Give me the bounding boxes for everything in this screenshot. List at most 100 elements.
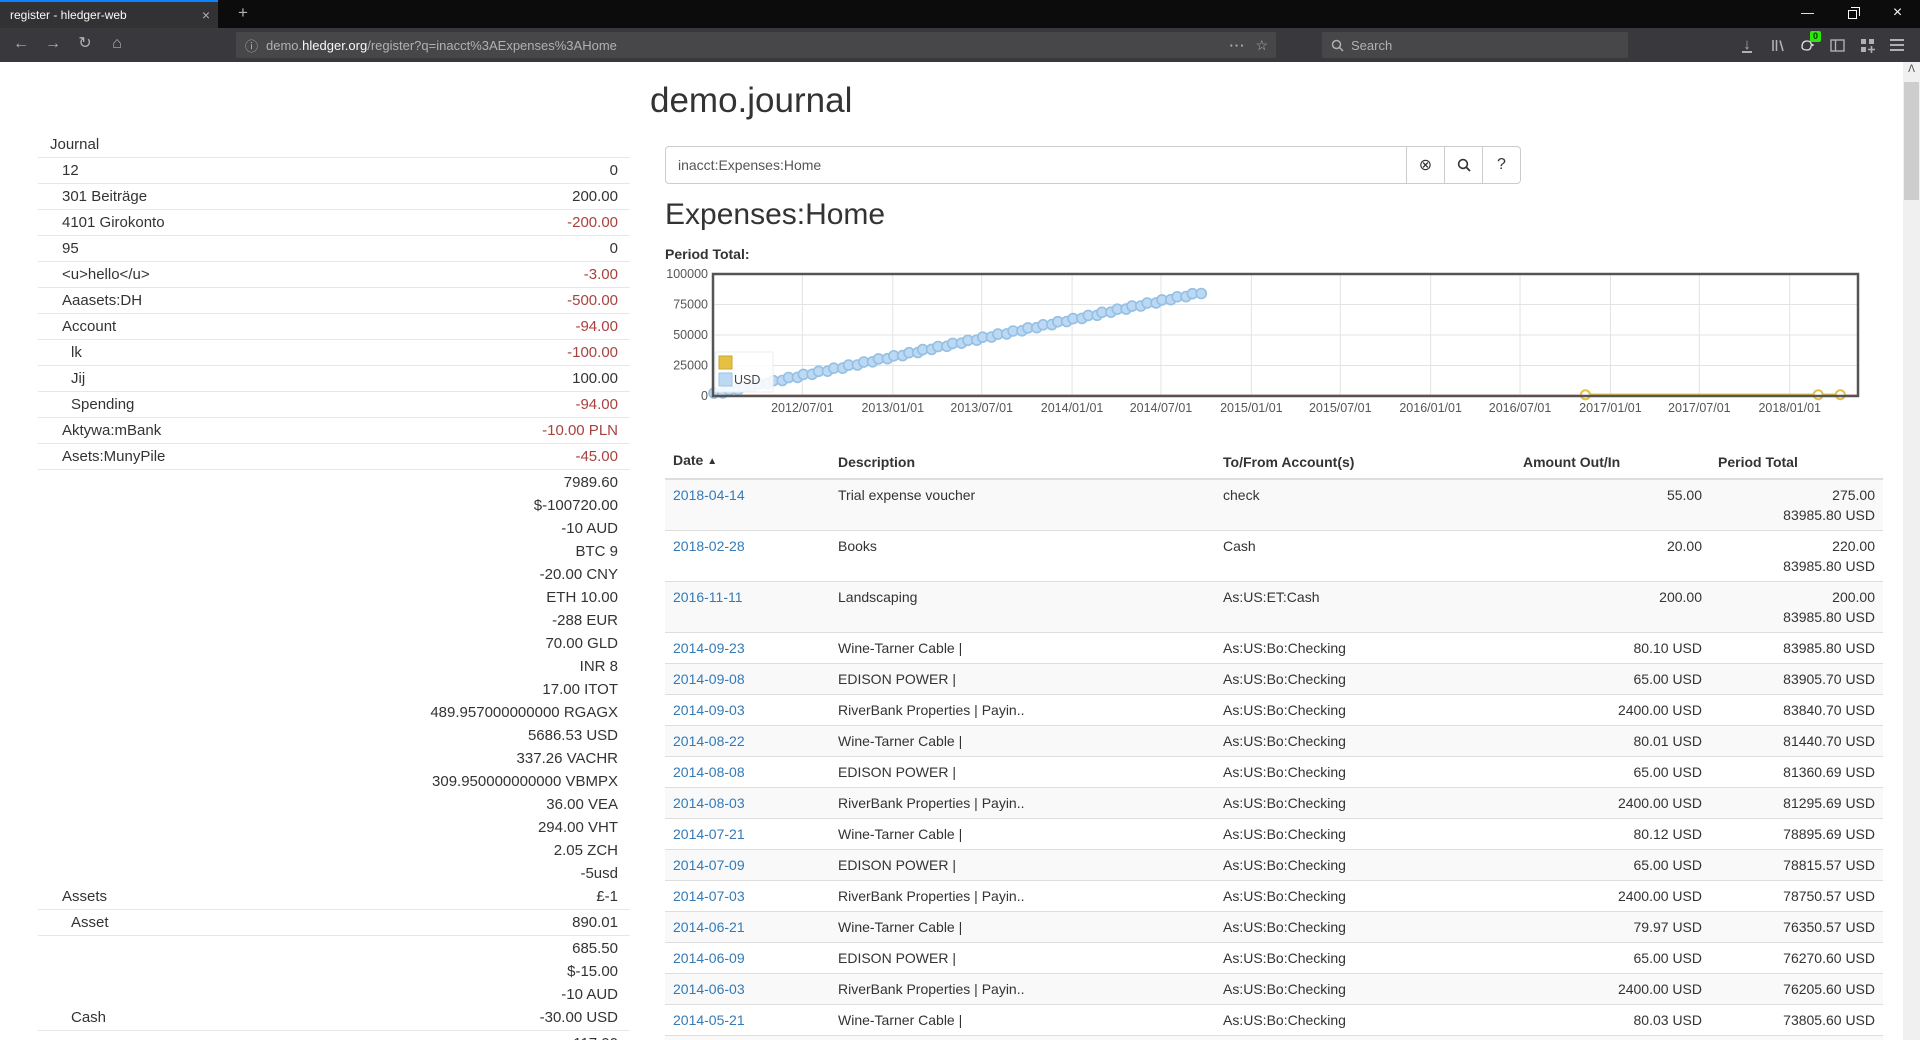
account-name[interactable]: Jij [50, 367, 85, 390]
transaction-date-link[interactable]: 2016-11-11 [673, 589, 743, 605]
transaction-date-link[interactable]: 2014-07-09 [673, 857, 745, 873]
transaction-date-link[interactable]: 2014-09-23 [673, 640, 745, 656]
forward-icon[interactable]: → [38, 28, 68, 62]
sidebar-account-row[interactable]: Asset890.01 [38, 909, 630, 935]
bookmark-star-icon[interactable]: ☆ [1255, 37, 1268, 54]
sidebar-account-row[interactable]: Assets7989.60$-100720.00-10 AUDBTC 9-20.… [38, 469, 630, 909]
account-name[interactable]: Asets:MunyPile [50, 445, 165, 468]
page-actions-icon[interactable]: ··· [1229, 38, 1245, 53]
x-axis-tick-label: 2012/07/01 [771, 401, 834, 415]
transaction-date-link[interactable]: 2018-04-14 [673, 487, 745, 503]
account-name[interactable]: lk [50, 341, 82, 364]
adblock-extension-icon[interactable]: 0 [1792, 28, 1822, 62]
account-name[interactable]: Spending [50, 393, 134, 416]
column-header-amount[interactable]: Amount Out/In [1515, 445, 1710, 479]
transaction-date-link[interactable]: 2014-07-03 [673, 888, 745, 904]
sidebar-account-row[interactable]: Aaasets:DH-500.00 [38, 287, 630, 313]
account-name[interactable]: 12 [50, 159, 79, 182]
column-header-date[interactable]: Date ▲ [665, 445, 830, 479]
transaction-date-link[interactable]: 2014-06-03 [673, 981, 745, 997]
transaction-accounts: As:US:Bo:Checking [1215, 819, 1515, 850]
x-axis-tick-label: 2018/01/01 [1758, 401, 1821, 415]
account-name[interactable]: <u>hello</u> [50, 263, 150, 286]
library-icon[interactable] [1762, 28, 1792, 62]
sidebar-account-row[interactable]: 120 [38, 157, 630, 183]
transaction-accounts: As:US:Bo:Checking [1215, 1005, 1515, 1036]
account-name[interactable]: Aaasets:DH [50, 289, 142, 312]
sidebar-account-row[interactable]: Aktywa:mBank-10.00 PLN [38, 417, 630, 443]
browser-tab[interactable]: register - hledger-web × [0, 0, 218, 28]
scrollbar-thumb[interactable] [1904, 82, 1919, 200]
scrollbar-up-arrow[interactable]: ᐱ [1903, 62, 1920, 79]
apps-grid-icon[interactable] [1852, 28, 1882, 62]
period-total-value: 76270.60 USD [1710, 943, 1883, 974]
period-total-value: 83985.80 USD [1710, 633, 1883, 664]
page-scrollbar[interactable]: ᐱ [1903, 62, 1920, 1040]
transaction-date-link[interactable]: 2014-09-08 [673, 671, 745, 687]
account-name[interactable]: Cash [50, 1006, 106, 1029]
sidebar-account-row[interactable]: 4101 Girokonto -200.00 [38, 209, 630, 235]
window-close-button[interactable]: × [1875, 0, 1920, 28]
account-name[interactable]: 301 Beiträge [50, 185, 147, 208]
browser-search-field[interactable]: Search [1322, 32, 1628, 58]
account-name[interactable]: Asset [50, 911, 109, 934]
search-icon [1331, 39, 1344, 52]
account-balance: -200.00 [567, 211, 618, 234]
url-bar[interactable]: ⓘ demo.hledger.org/register?q=inacct%3AE… [236, 32, 1276, 58]
tab-close-icon[interactable]: × [194, 7, 218, 23]
query-input[interactable] [665, 146, 1407, 184]
new-tab-button[interactable]: + [228, 0, 258, 28]
transaction-date-link[interactable]: 2014-09-03 [673, 702, 745, 718]
table-row: 2014-06-09EDISON POWER |As:US:Bo:Checkin… [665, 943, 1883, 974]
site-info-icon[interactable]: ⓘ [245, 36, 258, 55]
account-name[interactable]: 4101 Girokonto [50, 211, 165, 234]
balance-amount: -10 AUD [540, 983, 618, 1006]
sidebar-account-row[interactable]: lk-100.00 [38, 339, 630, 365]
amount-out-in: 80.10 USD [1515, 633, 1710, 664]
downloads-icon[interactable]: ↓ [1732, 28, 1762, 62]
browser-tab-bar: register - hledger-web × + — × [0, 0, 1920, 28]
sidebar-account-row[interactable]: Spending-94.00 [38, 391, 630, 417]
sidebar-account-row[interactable]: -117.00 [38, 1030, 630, 1040]
transaction-description: EDISON POWER | [830, 664, 1215, 695]
transaction-date-link[interactable]: 2018-02-28 [673, 538, 745, 554]
home-icon[interactable]: ⌂ [102, 28, 132, 62]
sidebar-account-row[interactable]: 950 [38, 235, 630, 261]
column-header-period-total[interactable]: Period Total [1710, 445, 1883, 479]
reload-icon[interactable]: ↻ [70, 28, 100, 62]
window-restore-button[interactable] [1830, 0, 1875, 28]
sidebar-account-row[interactable]: Cash685.50$-15.00-10 AUD-30.00 USD [38, 935, 630, 1030]
account-name[interactable]: 95 [50, 237, 79, 260]
sidebar-toggle-icon[interactable] [1822, 28, 1852, 62]
transaction-date-link[interactable]: 2014-08-22 [673, 733, 745, 749]
account-name[interactable]: Assets [50, 885, 107, 908]
sidebar-account-row[interactable]: Jij100.00 [38, 365, 630, 391]
transaction-accounts: As:US:Bo:Checking [1215, 633, 1515, 664]
clear-query-button[interactable]: ⊗ [1407, 146, 1445, 184]
transaction-date-link[interactable]: 2014-06-21 [673, 919, 745, 935]
sidebar-account-row[interactable]: Account-94.00 [38, 313, 630, 339]
account-name[interactable]: Aktywa:mBank [50, 419, 161, 442]
transaction-date-link[interactable]: 2014-05-21 [673, 1012, 745, 1028]
sidebar-account-row[interactable]: <u>hello</u>-3.00 [38, 261, 630, 287]
sidebar-account-row[interactable]: Asets:MunyPile-45.00 [38, 443, 630, 469]
balance-amount: 200.00 [572, 185, 618, 208]
amount-out-in: 79.97 USD [1515, 912, 1710, 943]
sidebar-journal-link[interactable]: Journal [38, 132, 630, 157]
column-header-description[interactable]: Description [830, 445, 1215, 479]
table-row: 2014-08-08EDISON POWER |As:US:Bo:Checkin… [665, 757, 1883, 788]
account-name[interactable]: Account [50, 315, 116, 338]
other-series-data-point [1836, 390, 1845, 399]
back-icon[interactable]: ← [6, 28, 36, 62]
transaction-date-link[interactable]: 2014-06-09 [673, 950, 745, 966]
transaction-date-link[interactable]: 2014-08-08 [673, 764, 745, 780]
sidebar-account-row[interactable]: 301 Beiträge 200.00 [38, 183, 630, 209]
help-button[interactable]: ? [1483, 146, 1521, 184]
menu-hamburger-icon[interactable] [1882, 28, 1912, 62]
column-header-accounts[interactable]: To/From Account(s) [1215, 445, 1515, 479]
period-total-value: 78895.69 USD [1710, 819, 1883, 850]
transaction-date-link[interactable]: 2014-07-21 [673, 826, 745, 842]
transaction-date-link[interactable]: 2014-08-03 [673, 795, 745, 811]
window-minimize-button[interactable]: — [1785, 0, 1830, 28]
search-button[interactable] [1445, 146, 1483, 184]
